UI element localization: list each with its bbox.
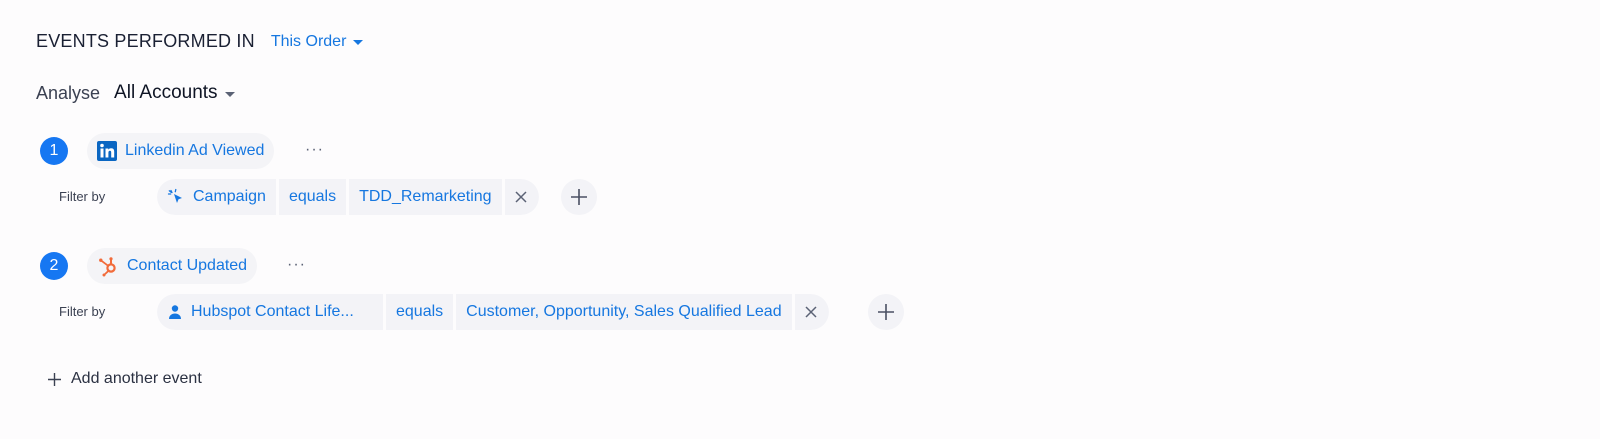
add-another-event-label: Add another event	[71, 370, 202, 387]
remove-filter-button[interactable]	[504, 179, 539, 215]
event-name: Contact Updated	[127, 257, 248, 274]
filter-property[interactable]: Hubspot Contact Life...	[157, 294, 383, 330]
scope-dropdown-label: This Order	[270, 32, 347, 50]
filter-value[interactable]: Customer, Opportunity, Sales Qualified L…	[456, 294, 792, 330]
plus-icon	[571, 189, 587, 205]
filter-operator[interactable]: equals	[278, 179, 347, 215]
event-number-badge: 2	[40, 252, 68, 280]
close-icon	[515, 187, 527, 208]
cursor-click-icon	[167, 188, 185, 206]
event-name: Linkedin Ad Viewed	[125, 142, 265, 159]
events-performed-title: EVENTS PERFORMED IN	[36, 31, 255, 51]
account-dropdown-label: All Accounts	[114, 82, 218, 103]
analyse-label: Analyse	[36, 82, 101, 103]
more-options-button[interactable]: ···	[305, 141, 324, 159]
event-selector-hubspot[interactable]: Contact Updated	[87, 248, 258, 284]
filter-by-label: Filter by	[59, 189, 106, 204]
filter-value[interactable]: TDD_Remarketing	[349, 179, 502, 215]
scope-dropdown[interactable]: This Order	[271, 33, 364, 51]
remove-filter-button[interactable]	[794, 294, 829, 330]
filter-chip: Campaign equals TDD_Remarketing	[157, 179, 539, 215]
close-icon	[805, 302, 817, 323]
hubspot-icon	[97, 255, 119, 277]
analyse-row: Analyse All Accounts	[36, 82, 235, 104]
add-filter-button[interactable]	[868, 294, 904, 330]
filter-property[interactable]: Campaign	[157, 179, 276, 215]
plus-icon	[878, 304, 894, 320]
event-selector-linkedin[interactable]: Linkedin Ad Viewed	[87, 133, 275, 169]
filter-property-label: Campaign	[193, 188, 266, 205]
filter-operator[interactable]: equals	[386, 294, 454, 330]
account-dropdown[interactable]: All Accounts	[114, 82, 235, 104]
user-icon	[167, 304, 183, 320]
caret-down-icon	[353, 40, 364, 45]
plus-icon	[48, 372, 61, 386]
events-header: EVENTS PERFORMED IN This Order	[36, 31, 364, 52]
filter-property-label: Hubspot Contact Life...	[191, 303, 354, 320]
more-options-button[interactable]: ···	[287, 256, 306, 274]
event-number-badge: 1	[40, 137, 68, 165]
caret-down-icon	[224, 91, 235, 97]
add-another-event-button[interactable]: Add another event	[47, 370, 202, 388]
add-filter-button[interactable]	[561, 179, 597, 215]
filter-by-label: Filter by	[59, 304, 106, 319]
linkedin-icon	[97, 141, 117, 161]
filter-chip: Hubspot Contact Life... equals Customer,…	[157, 294, 829, 330]
